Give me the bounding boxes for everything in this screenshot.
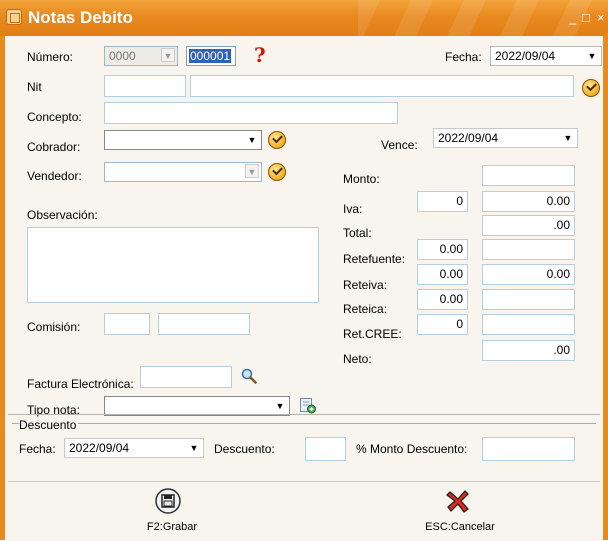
total-value: .00 xyxy=(482,215,575,236)
monto-descuento-input[interactable] xyxy=(482,437,575,461)
reteiva-label: Reteiva: xyxy=(343,278,388,292)
add-document-icon[interactable] xyxy=(299,397,316,414)
vendedor-select[interactable]: ▼ xyxy=(104,162,262,182)
numero-prefix-select[interactable]: 0000 ▼ xyxy=(104,46,178,66)
floppy-disk-icon xyxy=(155,488,181,514)
descuento-fecha-picker[interactable]: 2022/09/04 ▼ xyxy=(64,438,204,458)
iva-label: Iva: xyxy=(343,202,363,216)
close-button[interactable]: × xyxy=(597,11,605,24)
retcree-label: Ret.CREE: xyxy=(343,327,402,341)
chevron-down-icon: ▼ xyxy=(161,48,175,62)
tipo-nota-select[interactable]: ▼ xyxy=(104,396,290,416)
monto-label: Monto: xyxy=(343,172,380,186)
numero-input[interactable]: 000001 xyxy=(186,46,236,66)
monto-descuento-label: % Monto Descuento: xyxy=(356,442,468,456)
reteica-value-input[interactable] xyxy=(482,289,575,310)
neto-label: Neto: xyxy=(343,352,372,366)
checkmark-circle-icon[interactable] xyxy=(582,79,600,97)
retefuente-value-input[interactable] xyxy=(482,239,575,260)
factura-electronica-input[interactable] xyxy=(140,366,232,388)
factura-electronica-label: Factura Electrónica: xyxy=(27,377,134,391)
app-icon xyxy=(6,9,22,25)
reteica-pct-input[interactable]: 0.00 xyxy=(417,289,468,310)
question-mark-icon[interactable]: ? xyxy=(254,43,266,67)
iva-value-input[interactable]: 0.00 xyxy=(482,191,575,212)
nit-input[interactable] xyxy=(104,75,186,97)
cobrador-label: Cobrador: xyxy=(27,140,81,154)
fecha-date-picker[interactable]: 2022/09/04 ▼ xyxy=(490,46,602,66)
reteica-label: Reteica: xyxy=(343,302,388,316)
vence-label: Vence: xyxy=(381,138,418,152)
vendedor-label: Vendedor: xyxy=(27,169,82,183)
retefuente-pct-input[interactable]: 0.00 xyxy=(417,239,468,260)
nit-label: Nit xyxy=(27,80,42,94)
descuento-fecha-label: Fecha: xyxy=(19,442,56,456)
maximize-button[interactable]: □ xyxy=(582,11,590,24)
cancel-button-label: ESC:Cancelar xyxy=(425,521,495,533)
chevron-down-icon: ▼ xyxy=(563,133,573,143)
chevron-down-icon: ▼ xyxy=(189,443,199,453)
chevron-down-icon: ▼ xyxy=(275,401,285,411)
iva-pct-input[interactable]: 0 xyxy=(417,191,468,212)
concepto-input[interactable] xyxy=(104,102,398,124)
window-title: Notas Debito xyxy=(28,8,133,27)
cancel-button[interactable]: ESC:Cancelar xyxy=(415,487,505,537)
total-label: Total: xyxy=(343,226,372,240)
chevron-down-icon: ▼ xyxy=(247,135,257,145)
comision-pct-input[interactable] xyxy=(104,313,150,335)
observacion-label: Observación: xyxy=(27,208,98,222)
descuento-label: Descuento: xyxy=(214,442,275,456)
save-button-label: F2:Grabar xyxy=(146,521,198,533)
red-x-icon xyxy=(446,490,469,513)
comision-value-input[interactable] xyxy=(158,313,250,335)
vence-date-picker[interactable]: 2022/09/04 ▼ xyxy=(433,128,578,148)
comision-label: Comisión: xyxy=(27,320,81,334)
retefuente-label: Retefuente: xyxy=(343,252,406,266)
notas-debito-window: Notas Debito _ □ × Número: 0000 ▼ 000001 … xyxy=(0,0,608,541)
reteiva-pct-input[interactable]: 0.00 xyxy=(417,264,468,285)
chevron-down-icon: ▼ xyxy=(245,164,259,178)
monto-input[interactable] xyxy=(482,165,575,186)
save-button[interactable]: F2:Grabar xyxy=(127,487,217,537)
magnifier-icon[interactable] xyxy=(241,368,257,384)
retcree-value-input[interactable] xyxy=(482,314,575,335)
chevron-down-icon: ▼ xyxy=(587,51,597,61)
checkmark-circle-icon[interactable] xyxy=(268,131,286,149)
fecha-label: Fecha: xyxy=(445,50,482,64)
checkmark-circle-icon[interactable] xyxy=(268,163,286,181)
neto-value: .00 xyxy=(482,340,575,361)
reteiva-value-input[interactable]: 0.00 xyxy=(482,264,575,285)
numero-label: Número: xyxy=(27,50,74,64)
cobrador-select[interactable]: ▼ xyxy=(104,130,262,150)
concepto-label: Concepto: xyxy=(27,110,82,124)
minimize-button[interactable]: _ xyxy=(569,11,576,24)
observacion-textarea[interactable] xyxy=(27,227,319,303)
descuento-group-label: Descuento xyxy=(19,418,79,432)
nit-name-input[interactable] xyxy=(190,75,574,97)
title-bar[interactable]: Notas Debito _ □ × xyxy=(0,0,608,36)
bottom-toolbar xyxy=(8,481,600,541)
descuento-input[interactable] xyxy=(305,437,346,461)
retcree-pct-input[interactable]: 0 xyxy=(417,314,468,335)
